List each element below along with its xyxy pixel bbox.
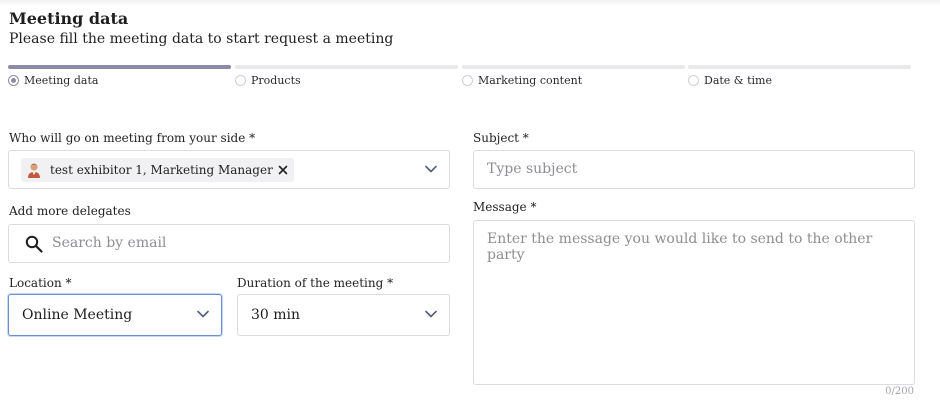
step-progress-bar — [688, 65, 911, 69]
message-char-counter: 0/200 — [885, 386, 914, 397]
attendees-label: Who will go on meeting from your side * — [9, 131, 256, 145]
attendee-chip-label: test exhibitor 1, Marketing Manager — [50, 163, 273, 177]
step-progress-bar — [235, 65, 458, 69]
duration-value: 30 min — [251, 307, 301, 323]
step-label: Products — [251, 74, 301, 87]
message-label: Message * — [473, 200, 537, 214]
page-title: Meeting data — [9, 9, 129, 28]
subject-placeholder: Type subject — [487, 161, 578, 177]
attendees-select[interactable]: test exhibitor 1, Marketing Manager — [8, 150, 450, 189]
page-header: Meeting data Please fill the meeting dat… — [9, 9, 393, 49]
page-subtitle: Please fill the meeting data to start re… — [9, 31, 394, 47]
step-radio-icon — [462, 75, 473, 86]
avatar — [27, 162, 41, 178]
step-products[interactable]: Products — [235, 65, 458, 87]
step-label: Marketing content — [478, 74, 583, 87]
step-progress-bar — [462, 65, 685, 69]
step-date-time[interactable]: Date & time — [688, 65, 911, 87]
delegates-search-field[interactable]: Search by email — [8, 224, 450, 263]
top-shadow — [0, 0, 940, 6]
delegates-label: Add more delegates — [9, 204, 131, 218]
step-radio-icon — [8, 75, 19, 86]
delegates-search-placeholder: Search by email — [52, 235, 167, 251]
step-label: Date & time — [704, 74, 772, 87]
message-textarea[interactable]: Enter the message you would like to send… — [473, 220, 915, 385]
step-marketing-content[interactable]: Marketing content — [462, 65, 685, 87]
location-value: Online Meeting — [22, 307, 133, 323]
step-label: Meeting data — [24, 74, 99, 87]
stepper: Meeting data Products Marketing content … — [8, 65, 911, 93]
attendee-chip: test exhibitor 1, Marketing Manager — [21, 158, 294, 182]
step-radio-icon — [235, 75, 246, 86]
step-radio-icon — [688, 75, 699, 86]
chevron-down-icon[interactable] — [425, 310, 437, 318]
location-select[interactable]: Online Meeting — [8, 294, 222, 336]
remove-chip-icon[interactable] — [278, 165, 288, 175]
duration-label: Duration of the meeting * — [237, 276, 394, 290]
step-meeting-data[interactable]: Meeting data — [8, 65, 231, 87]
step-progress-bar — [8, 65, 231, 69]
message-placeholder: Enter the message you would like to send… — [487, 231, 873, 263]
chevron-down-icon[interactable] — [425, 165, 437, 173]
subject-label: Subject * — [473, 131, 529, 145]
subject-input[interactable]: Type subject — [473, 150, 915, 189]
location-label: Location * — [9, 276, 72, 290]
search-icon — [25, 235, 43, 253]
chevron-down-icon[interactable] — [197, 310, 209, 318]
duration-select[interactable]: 30 min — [237, 294, 450, 336]
